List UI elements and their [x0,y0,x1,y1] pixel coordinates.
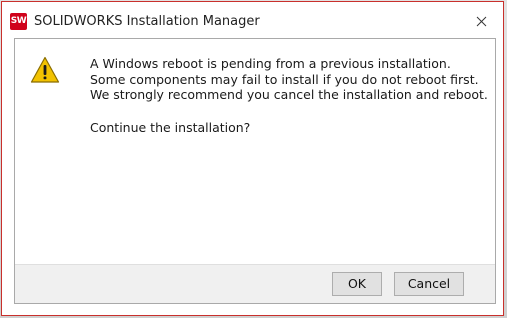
solidworks-app-icon: SW [10,13,27,30]
dialog-content: A Windows reboot is pending from a previ… [14,38,496,264]
continue-question: Continue the installation? [90,120,251,135]
close-button[interactable] [467,9,495,33]
ok-button[interactable]: OK [332,272,382,296]
close-icon [476,16,486,26]
installer-window: SW SOLIDWORKS Installation Manager A Win… [1,1,504,316]
window-title: SOLIDWORKS Installation Manager [34,14,260,29]
warning-message: A Windows reboot is pending from a previ… [90,56,488,102]
cancel-button[interactable]: Cancel [394,272,464,296]
screen: SW SOLIDWORKS Installation Manager A Win… [0,0,507,318]
title-bar[interactable]: SW SOLIDWORKS Installation Manager [2,2,503,38]
button-bar: OK Cancel [14,264,496,304]
warning-icon [30,56,60,83]
